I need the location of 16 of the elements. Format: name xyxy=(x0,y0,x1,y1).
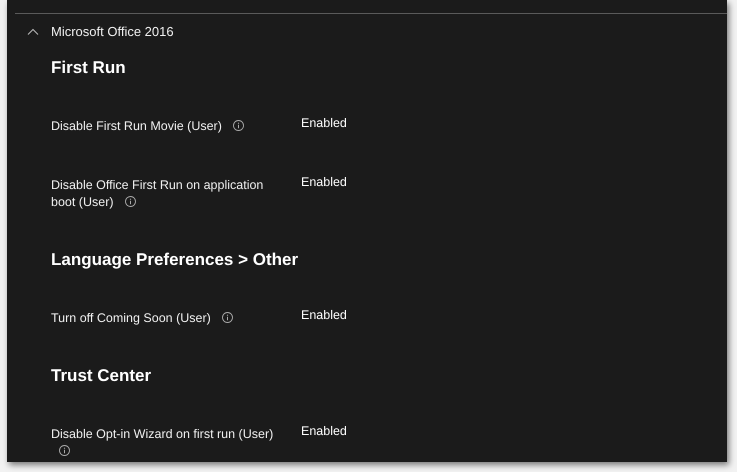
section-heading: Language Preferences > Other xyxy=(51,249,300,271)
info-icon[interactable] xyxy=(233,120,244,131)
info-icon[interactable] xyxy=(125,196,136,207)
setting-value: Enabled xyxy=(301,174,347,191)
setting-value: Enabled xyxy=(301,423,347,440)
section-heading: Trust Center xyxy=(51,365,152,387)
group-header[interactable]: Microsoft Office 2016 xyxy=(27,24,174,39)
setting-label: Disable First Run Movie (User) xyxy=(51,118,287,135)
info-icon[interactable] xyxy=(59,445,70,456)
setting-label: Turn off Coming Soon (User) xyxy=(51,310,287,327)
section-heading: First Run xyxy=(51,57,127,79)
setting-value: Enabled xyxy=(301,115,347,132)
setting-value: Enabled xyxy=(301,307,347,324)
info-icon[interactable] xyxy=(222,312,234,323)
setting-label: Disable Opt-in Wizard on first run (User) xyxy=(51,426,287,460)
setting-label: Disable Office First Run on application boot (User) xyxy=(51,177,264,211)
